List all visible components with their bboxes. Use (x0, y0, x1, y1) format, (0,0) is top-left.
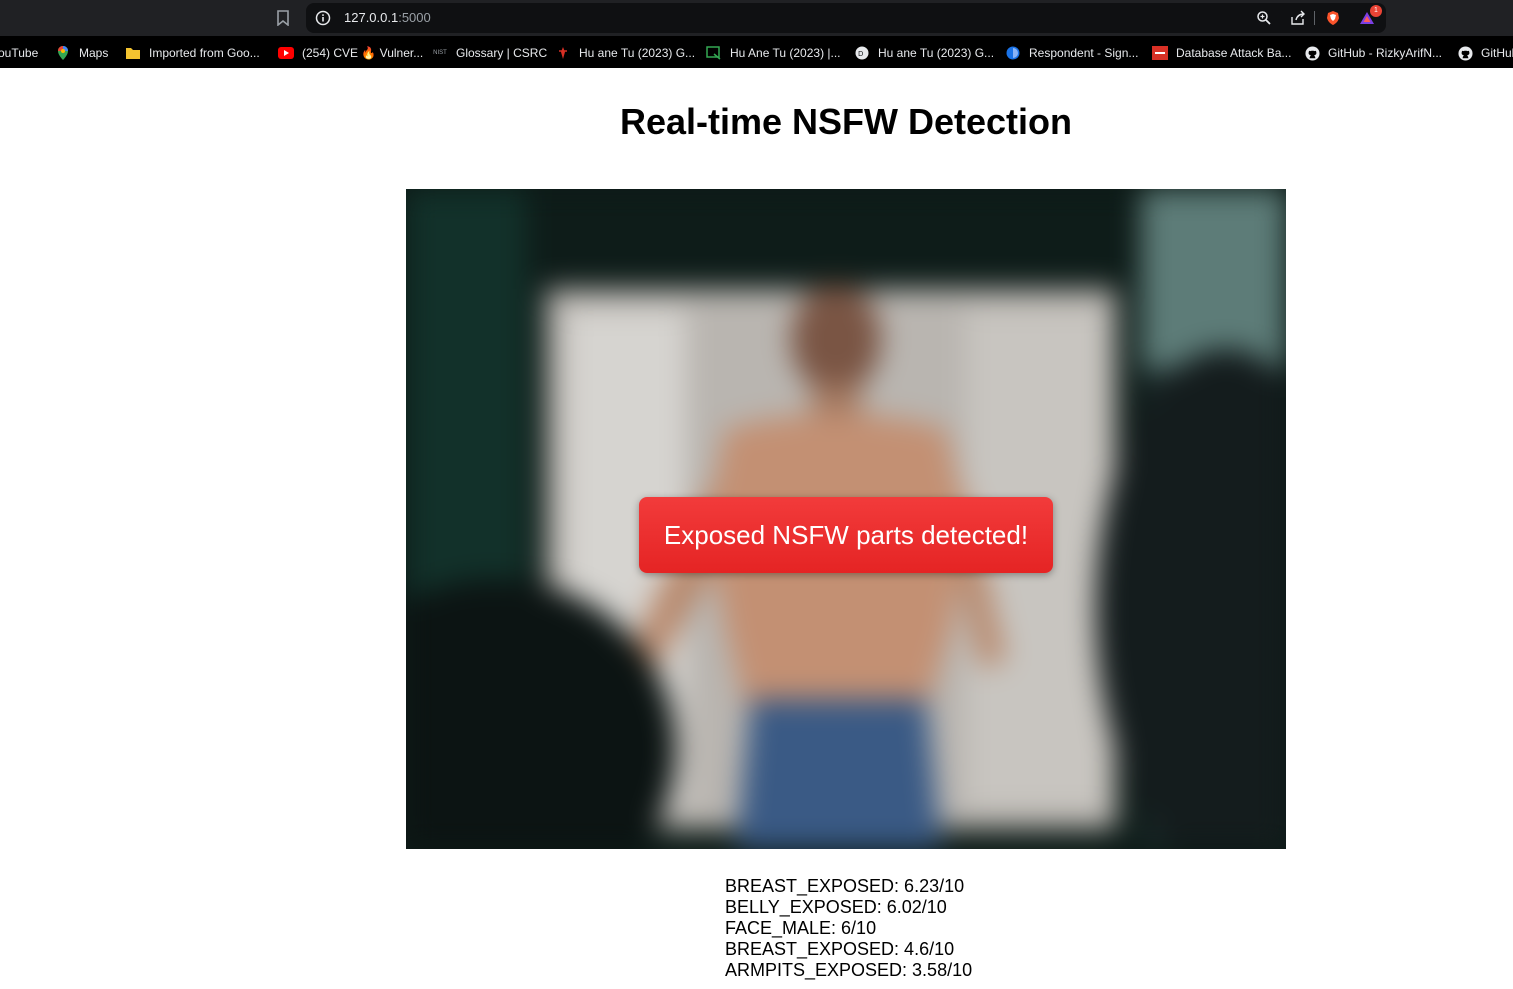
bookmark-label: Maps (79, 46, 109, 60)
svg-text:D: D (858, 50, 863, 58)
bookmark-label: GitHul (1481, 46, 1513, 60)
bookmark-hu-ane-tu-2[interactable]: Hu Ane Tu (2023) |... (706, 44, 841, 62)
bookmark-hu-ane-tu-1[interactable]: Hu ane Tu (2023) G... (555, 44, 695, 62)
url-host: 127.0.0.1 (344, 10, 399, 25)
brave-shield-icon[interactable] (1325, 10, 1341, 26)
bookmark-label: Hu Ane Tu (2023) |... (730, 46, 841, 60)
bookmark-github-rizky[interactable]: GitHub - RizkyArifN... (1304, 44, 1442, 62)
site-icon (706, 45, 722, 61)
result-row: BELLY_EXPOSED: 6.02/10 (725, 897, 947, 917)
rewards-badge: 1 (1370, 5, 1382, 17)
bookmark-github-2[interactable]: GitHul (1457, 44, 1513, 62)
nsfw-alert: Exposed NSFW parts detected! (639, 497, 1053, 573)
bookmark-label: Imported from Goo... (149, 46, 260, 60)
nist-icon: NIST (433, 50, 447, 56)
bookmark-hu-ane-tu-3[interactable]: D Hu ane Tu (2023) G... (854, 44, 994, 62)
folder-icon (125, 45, 141, 61)
youtube-icon (278, 45, 294, 61)
site-icon (1152, 45, 1168, 61)
bookmark-label: GitHub - RizkyArifN... (1328, 46, 1443, 60)
share-icon[interactable] (1290, 10, 1306, 26)
browser-toolbar: 127.0.0.1:5000 1 (0, 0, 1513, 36)
bookmark-label: Glossary | CSRC (456, 46, 548, 60)
bookmark-page-icon[interactable] (274, 8, 292, 28)
github-icon (1457, 45, 1473, 61)
bookmark-label: Hu ane Tu (2023) G... (878, 46, 995, 60)
bookmark-label: Respondent - Sign... (1029, 46, 1139, 60)
result-row: ARMPITS_EXPOSED: 3.58/10 (725, 960, 973, 980)
video-feed: Exposed NSFW parts detected! (406, 189, 1286, 849)
address-bar[interactable]: 127.0.0.1:5000 1 (306, 3, 1386, 33)
bookmark-glossary-csrc[interactable]: NIST Glossary | CSRC (432, 44, 547, 62)
bookmark-label: (254) CVE 🔥 Vulner... (302, 46, 424, 60)
bookmark-cve-video[interactable]: (254) CVE 🔥 Vulner... (278, 44, 423, 62)
github-icon (1304, 45, 1320, 61)
bookmarks-bar: ouTube Maps Imported from Goo... (254) C… (0, 36, 1513, 68)
bookmark-imported-folder[interactable]: Imported from Goo... (125, 44, 260, 62)
result-row: BREAST_EXPOSED: 4.6/10 (725, 939, 955, 959)
zoom-icon[interactable] (1256, 10, 1272, 26)
bookmark-respondent[interactable]: Respondent - Sign... (1005, 44, 1138, 62)
page-title: Real-time NSFW Detection (619, 101, 1073, 142)
bookmark-youtube[interactable]: ouTube (0, 44, 38, 62)
url-text[interactable]: 127.0.0.1:5000 (344, 10, 431, 25)
maps-pin-icon (55, 45, 71, 61)
bookmark-label: Database Attack Ba... (1176, 46, 1292, 60)
site-info-icon[interactable] (315, 10, 331, 26)
site-icon (555, 45, 571, 61)
bookmark-maps[interactable]: Maps (55, 44, 108, 62)
result-row: BREAST_EXPOSED: 6.23/10 (725, 876, 965, 896)
site-icon: D (854, 45, 870, 61)
bookmark-database-attack[interactable]: Database Attack Ba... (1152, 44, 1291, 62)
url-port: :5000 (398, 10, 431, 25)
respondent-icon (1005, 45, 1021, 61)
toolbar-divider (1314, 11, 1315, 25)
bookmark-label: ouTube (0, 46, 39, 60)
detection-results: BREAST_EXPOSED: 6.23/10 BELLY_EXPOSED: 6… (725, 876, 1125, 981)
result-row: FACE_MALE: 6/10 (725, 918, 877, 938)
bookmark-label: Hu ane Tu (2023) G... (579, 46, 696, 60)
